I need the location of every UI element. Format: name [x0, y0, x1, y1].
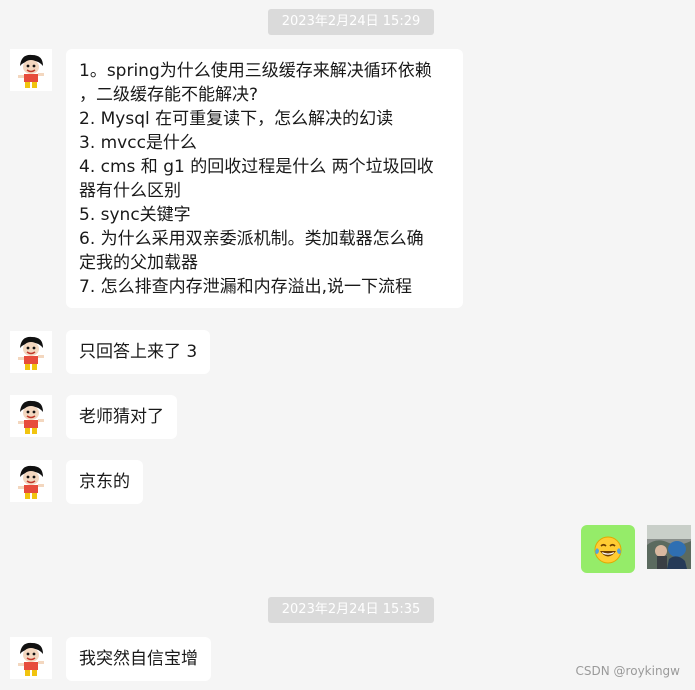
photo-avatar-icon: [647, 525, 691, 569]
timestamp: 2023年2月24日 15:29: [268, 9, 434, 35]
cartoon-avatar-icon: [10, 49, 52, 91]
tears-of-joy-emoji-icon: [594, 536, 622, 564]
message-bubble[interactable]: 老师猜对了: [66, 395, 177, 439]
avatar[interactable]: [10, 460, 52, 502]
message-line: 定我的父加载器: [79, 253, 198, 273]
timestamp: 2023年2月24日 15:35: [268, 597, 434, 623]
message-line: 6. 为什么采用双亲委派机制。类加载器怎么确: [79, 229, 424, 249]
watermark: CSDN @roykingw: [575, 664, 680, 678]
cartoon-avatar-icon: [10, 637, 52, 679]
message-line: 7. 怎么排查内存泄漏和内存溢出,说一下流程: [79, 277, 413, 297]
message-line: 3. mvcc是什么: [79, 133, 197, 153]
avatar[interactable]: [10, 637, 52, 679]
message-line: 器有什么区别: [79, 181, 181, 201]
message-bubble[interactable]: 我突然自信宝增: [66, 637, 211, 681]
self-message-bubble[interactable]: [581, 525, 635, 573]
message-line: 2. Mysql 在可重复读下，怎么解决的幻读: [79, 109, 394, 129]
self-avatar[interactable]: [647, 525, 691, 569]
message-line: 4. cms 和 g1 的回收过程是什么 两个垃圾回收: [79, 157, 434, 177]
avatar[interactable]: [10, 395, 52, 437]
message-line: 1。spring为什么使用三级缓存来解决循环依赖: [79, 61, 432, 81]
message-bubble[interactable]: 只回答上来了 3: [66, 330, 211, 374]
message-bubble[interactable]: 1。spring为什么使用三级缓存来解决循环依赖 ，二级缓存能不能解决? 2. …: [66, 49, 463, 308]
message-bubble[interactable]: 京东的: [66, 460, 143, 504]
cartoon-avatar-icon: [10, 460, 52, 502]
cartoon-avatar-icon: [10, 395, 52, 437]
avatar[interactable]: [10, 49, 52, 91]
cartoon-avatar-icon: [10, 331, 52, 373]
message-line: 5. sync关键字: [79, 205, 191, 225]
avatar[interactable]: [10, 331, 52, 373]
message-line: ，二级缓存能不能解决?: [79, 85, 259, 105]
